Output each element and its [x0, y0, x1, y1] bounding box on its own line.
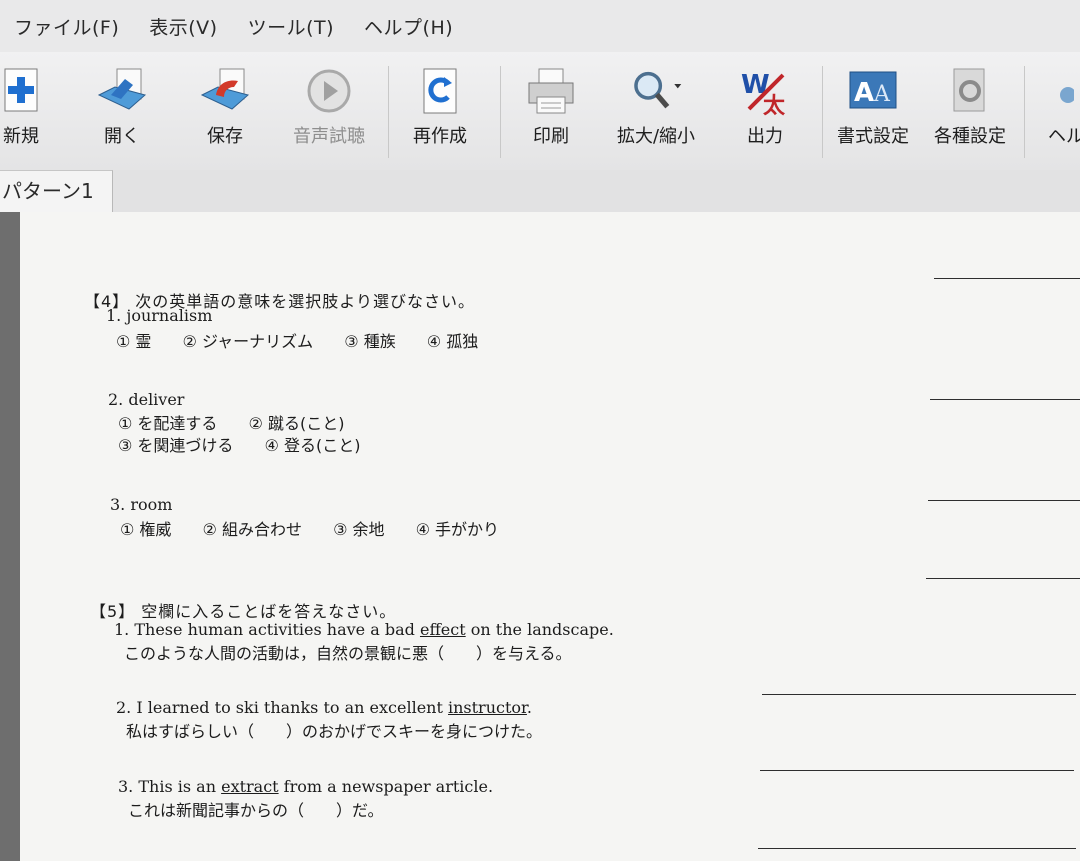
play-icon — [302, 64, 356, 118]
toolbar-separator — [500, 66, 501, 158]
menu-view[interactable]: 表示(V) — [149, 13, 217, 40]
choice-item: ② 組み合わせ — [202, 520, 302, 539]
menu-help[interactable]: ヘルプ(H) — [364, 13, 453, 40]
save-icon — [198, 64, 252, 118]
question-word: 3. room — [110, 495, 173, 514]
choice-list: ① 霊 ② ジャーナリズム ③ 種族 ④ 孤独 — [116, 328, 504, 352]
svg-text:太: 太 — [763, 94, 786, 117]
section5-heading: 【5】 空欄に入ることばを答えなさい。 — [90, 602, 397, 621]
answer-line — [934, 278, 1080, 279]
word-output-icon: W 太 — [738, 64, 792, 118]
answer-line — [758, 848, 1076, 849]
help-button[interactable]: ヘル — [1028, 64, 1080, 164]
sentence-english: 2. I learned to ski thanks to an excelle… — [116, 698, 533, 717]
settings-document-icon — [943, 64, 997, 118]
choice-item: ② 蹴る(こと) — [248, 414, 345, 433]
answer-line — [762, 694, 1076, 695]
answer-line — [930, 399, 1080, 400]
new-document-icon — [0, 64, 48, 118]
open-button[interactable]: 開く — [77, 64, 167, 164]
tab-pattern-1[interactable]: パターン1 — [0, 170, 113, 213]
settings-button[interactable]: 各種設定 — [925, 64, 1015, 164]
toolbar: 新規 開く 保存 音声試聴 再作成 印刷 拡大/縮小 W 太 出力 A A 書式… — [0, 52, 1080, 171]
choice-list: ① を配達する ② 蹴る(こと) — [118, 410, 370, 434]
save-button[interactable]: 保存 — [180, 64, 270, 164]
help-icon — [1028, 64, 1080, 118]
zoom-button[interactable]: 拡大/縮小 — [606, 64, 706, 164]
answer-line — [760, 770, 1074, 771]
regenerate-button[interactable]: 再作成 — [395, 64, 485, 164]
choice-item: ① 霊 — [116, 332, 152, 351]
svg-text:A: A — [873, 82, 891, 107]
sentence-english: 1. These human activities have a bad eff… — [114, 620, 614, 639]
question-word: 1. journalism — [106, 306, 213, 325]
print-button[interactable]: 印刷 — [506, 64, 596, 164]
question-word: 2. deliver — [108, 390, 185, 409]
audio-preview-button[interactable]: 音声試聴 — [284, 64, 374, 164]
choice-item: ① を配達する — [118, 414, 218, 433]
choice-item: ① 権威 — [120, 520, 172, 539]
menu-bar: ファイル(F) 表示(V) ツール(T) ヘルプ(H) — [0, 0, 1080, 52]
choice-list: ③ を関連づける ④ 登る(こと) — [118, 432, 386, 456]
svg-text:A: A — [854, 78, 874, 108]
menu-file[interactable]: ファイル(F) — [14, 13, 119, 40]
output-button[interactable]: W 太 出力 — [720, 64, 810, 164]
document-page[interactable]: 【4】 次の英単語の意味を選択肢より選びなさい。 1. journalism ①… — [20, 212, 1080, 861]
tab-strip: パターン1 — [0, 170, 1080, 213]
format-settings-button[interactable]: A A 書式設定 — [828, 64, 918, 164]
choice-list: ① 権威 ② 組み合わせ ③ 余地 ④ 手がかり — [120, 516, 525, 540]
answer-line — [928, 500, 1080, 501]
choice-item: ④ 手がかり — [415, 520, 500, 539]
choice-item: ③ 余地 — [333, 520, 385, 539]
choice-item: ③ を関連づける — [118, 436, 234, 455]
choice-item: ④ 登る(こと) — [264, 436, 361, 455]
left-margin-bar — [0, 212, 20, 861]
toolbar-separator — [822, 66, 823, 158]
choice-item: ④ 孤独 — [426, 332, 479, 351]
sentence-english: 3. This is an extract from a newspaper a… — [118, 777, 494, 796]
printer-icon — [524, 64, 578, 118]
key-word: instructor — [447, 698, 527, 717]
key-word: extract — [221, 777, 279, 796]
toolbar-separator — [388, 66, 389, 158]
open-folder-icon — [95, 64, 149, 118]
choice-item: ③ 種族 — [344, 332, 396, 351]
answer-line — [926, 578, 1080, 579]
sentence-japanese: これは新聞記事からの（ ）だ。 — [128, 801, 384, 820]
new-button[interactable]: 新規 — [0, 64, 66, 164]
toolbar-separator — [1024, 66, 1025, 158]
sentence-japanese: 私はすばらしい（ ）のおかげでスキーを身につけた。 — [126, 722, 543, 741]
font-format-icon: A A — [846, 64, 900, 118]
regenerate-icon — [413, 64, 467, 118]
sentence-japanese: このような人間の活動は，自然の景観に悪（ ）を与える。 — [124, 644, 572, 663]
menu-tools[interactable]: ツール(T) — [248, 13, 334, 40]
choice-item: ② ジャーナリズム — [182, 332, 314, 351]
key-word: effect — [419, 620, 466, 639]
magnifier-icon — [629, 64, 683, 118]
